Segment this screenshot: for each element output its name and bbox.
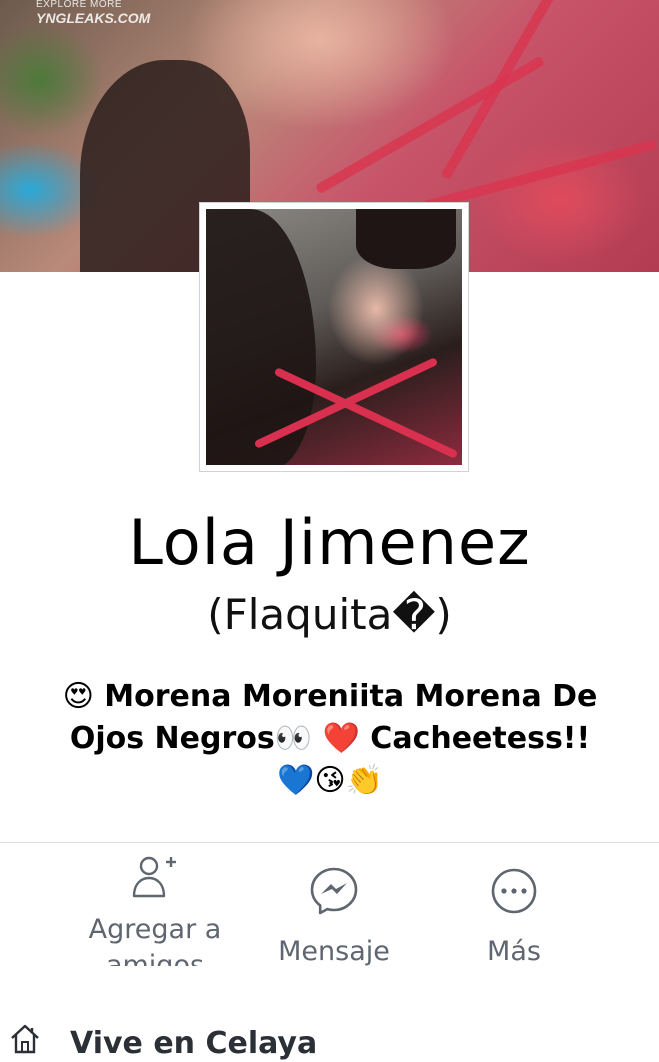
watermark: EXPLORE MORE YNGLEAKS.COM <box>36 0 150 25</box>
profile-bio: 😍 Morena Moreniita Morena De Ojos Negros… <box>62 679 598 798</box>
more-button[interactable]: Más <box>429 852 599 970</box>
lives-in-row[interactable]: Vive en Celaya <box>0 1012 659 1062</box>
message-button[interactable]: Mensaje <box>249 852 419 970</box>
divider <box>0 842 659 843</box>
lives-in-text: Vive en Celaya <box>70 1026 318 1061</box>
profile-nickname: (Flaquita�) <box>207 590 452 639</box>
profile-picture[interactable] <box>206 209 462 465</box>
add-friend-label: Agregar a amigos <box>88 914 222 966</box>
add-friend-button[interactable]: Agregar a amigos <box>70 852 240 966</box>
profile-picture-frame[interactable] <box>199 202 469 472</box>
messenger-icon <box>310 867 358 915</box>
home-icon <box>11 1024 39 1054</box>
avatar-bangs-shape <box>356 209 456 269</box>
profile-name: Lola Jimenez <box>128 506 531 579</box>
watermark-top-text: EXPLORE MORE <box>36 0 123 10</box>
more-label: Más <box>487 936 541 967</box>
message-label: Mensaje <box>278 936 390 967</box>
watermark-brand-text: YNGLEAKS.COM <box>36 10 151 26</box>
add-friend-icon <box>132 856 176 898</box>
cover-decor <box>314 55 546 195</box>
cover-decor <box>440 0 580 181</box>
more-icon <box>491 868 537 914</box>
